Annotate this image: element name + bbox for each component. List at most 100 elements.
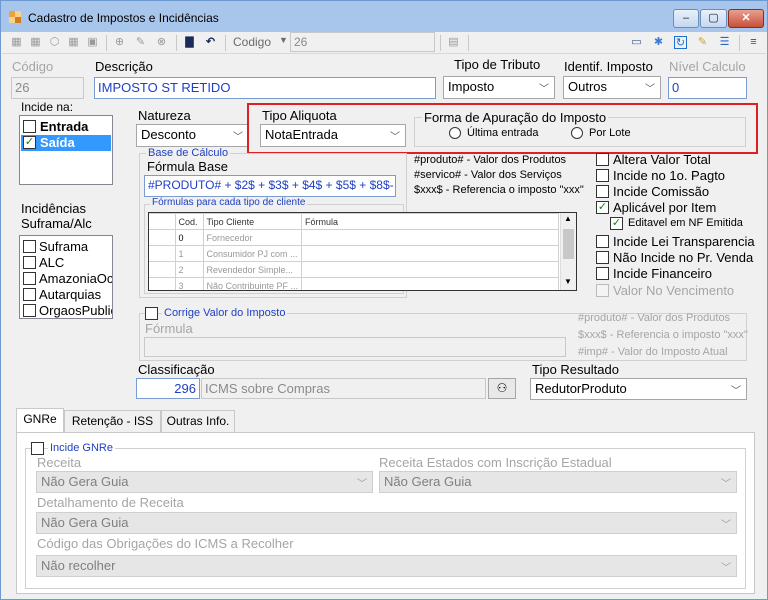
tab-outras-info[interactable]: Outras Info.: [161, 410, 235, 432]
tipo-tributo-value: Imposto: [448, 79, 495, 94]
grid-icon[interactable]: ▦: [67, 36, 80, 49]
grid-scrollbar[interactable]: ▲ ▼: [560, 213, 576, 290]
classificacao-code-input[interactable]: 296: [136, 378, 200, 399]
identif-imposto-select[interactable]: Outros ﹀: [563, 76, 661, 99]
refresh-icon[interactable]: ↻: [674, 36, 687, 49]
row-formula[interactable]: [301, 261, 559, 278]
open-icon[interactable]: ▦: [29, 36, 42, 49]
incide-entrada-checkbox[interactable]: [23, 120, 36, 133]
menu-icon[interactable]: ≡: [747, 36, 760, 49]
table-row[interactable]: 1 Consumidor PJ com ...: [149, 245, 559, 262]
natureza-select[interactable]: Desconto ﹀: [136, 124, 249, 147]
classificacao-label: Classificação: [138, 362, 215, 377]
add-icon[interactable]: ⊕: [113, 36, 126, 49]
alc-label: ALC: [39, 255, 65, 270]
scroll-down-icon[interactable]: ▼: [564, 277, 572, 286]
delete-icon[interactable]: ⊗: [155, 36, 168, 49]
scroll-up-icon[interactable]: ▲: [564, 214, 572, 223]
orgaospublic-checkbox[interactable]: [23, 304, 36, 317]
detalhamento-select[interactable]: Não Gera Guia ﹀: [36, 512, 737, 534]
incide-na-list: Entrada ✓ Saída: [19, 115, 113, 185]
table-row[interactable]: 0 Fornecedor: [149, 229, 559, 246]
incide-entrada-label: Entrada: [40, 119, 89, 134]
autarquias-checkbox[interactable]: [23, 288, 36, 301]
align-icon[interactable]: ☰: [718, 36, 731, 49]
calculator-icon[interactable]: ▤: [447, 36, 460, 49]
hint-servico: #servico# - Valor dos Serviços: [414, 169, 562, 181]
table-row[interactable]: 2 Revendedor Simple...: [149, 261, 559, 278]
suframa-label: Suframa: [39, 239, 89, 254]
tab-content: Incide GNRe Receita Não Gera Guia ﹀ Rece…: [16, 432, 755, 594]
chevron-down-icon: ﹀: [721, 479, 731, 490]
table-row[interactable]: 3 Não Contribuinte PF ...: [149, 277, 559, 290]
autarquias-label: Autarquias: [39, 287, 102, 302]
row-formula[interactable]: [301, 277, 559, 290]
ultima-entrada-radio[interactable]: [449, 127, 461, 139]
codigo-input[interactable]: 26: [11, 77, 84, 99]
valor-vencimento-checkbox[interactable]: [596, 284, 609, 297]
nao-incide-pr-venda-checkbox[interactable]: [596, 251, 609, 264]
note-icon[interactable]: ✎: [696, 36, 709, 49]
edit-icon[interactable]: ✎: [134, 36, 147, 49]
print-icon[interactable]: ▣: [86, 36, 99, 49]
incide-financeiro-checkbox[interactable]: [596, 267, 609, 280]
window-title: Cadastro de Impostos e Incidências: [28, 11, 219, 25]
close-button[interactable]: ✕: [728, 9, 764, 28]
formulas-grid[interactable]: Cod. Tipo Cliente Fórmula 0 Fornecedor 1…: [148, 212, 577, 291]
lei-transparencia-checkbox[interactable]: [596, 235, 609, 248]
formulas-label: Fórmulas para cada tipo de cliente: [150, 197, 308, 208]
row-cod: 1: [174, 245, 204, 262]
scroll-thumb[interactable]: [563, 229, 574, 259]
receita-select[interactable]: Não Gera Guia ﹀: [36, 471, 373, 493]
tipo-aliquota-select[interactable]: NotaEntrada ﹀: [260, 124, 406, 147]
corrige-valor-checkbox[interactable]: [145, 307, 158, 320]
chevron-down-icon[interactable]: ▼: [279, 35, 288, 45]
window-list-icon[interactable]: ▭: [630, 36, 643, 49]
incide-gnre-checkbox[interactable]: [31, 442, 44, 455]
incide-comissao-checkbox[interactable]: [596, 185, 609, 198]
aplicavel-por-item-checkbox[interactable]: ✓: [596, 201, 609, 214]
classificacao-desc-input: ICMS sobre Compras: [201, 378, 486, 399]
tools-icon[interactable]: ✱: [652, 36, 665, 49]
altera-valor-total-checkbox[interactable]: [596, 153, 609, 166]
tipo-tributo-select[interactable]: Imposto ﹀: [443, 76, 555, 99]
save-icon[interactable]: ▇: [183, 36, 196, 49]
undo-icon[interactable]: ↶: [204, 36, 217, 49]
corrige-formula-label: Fórmula: [145, 321, 193, 336]
detalhamento-label: Detalhamento de Receita: [37, 495, 184, 510]
row-formula[interactable]: [301, 229, 559, 246]
tab-retencao-iss[interactable]: Retenção - ISS: [64, 410, 161, 432]
hint-referencia: $xxx$ - Referencia o imposto "xxx": [414, 184, 584, 196]
hint-produto-2: #produto# - Valor dos Produtos: [578, 312, 731, 324]
forma-apuracao-label: Forma de Apuração do Imposto: [422, 110, 609, 125]
suframa-checkbox[interactable]: [23, 240, 36, 253]
main-window: Cadastro de Impostos e Incidências – ▢ ✕…: [0, 0, 768, 600]
new-icon[interactable]: ▦: [10, 36, 23, 49]
alc-checkbox[interactable]: [23, 256, 36, 269]
maximize-button[interactable]: ▢: [700, 9, 727, 28]
minimize-button[interactable]: –: [673, 9, 699, 28]
incide-1o-pagto-checkbox[interactable]: [596, 169, 609, 182]
amazoniaoc-checkbox[interactable]: [23, 272, 36, 285]
incidencias-list: Suframa ALC AmazoniaOc Autarquias Orgaos…: [19, 235, 113, 319]
nivel-calculo-input[interactable]: 0: [668, 77, 747, 99]
tipo-resultado-select[interactable]: RedutorProduto ﹀: [530, 378, 747, 400]
search-classificacao-button[interactable]: ⚇: [488, 378, 516, 399]
corrige-formula-input[interactable]: [144, 337, 566, 357]
incide-saida-checkbox[interactable]: ✓: [23, 136, 36, 149]
row-formula[interactable]: [301, 245, 559, 262]
toolbar: ▦ ▦ ⬡ ▦ ▣ ⊕ ✎ ⊗ ▇ ↶ Codigo ▼ 26 ▤ ▭ ✱ ↻ …: [2, 32, 766, 54]
receita-estados-select[interactable]: Não Gera Guia ﹀: [379, 471, 737, 493]
por-lote-radio[interactable]: [571, 127, 583, 139]
row-tipo: Fornecedor: [202, 229, 303, 246]
descricao-input[interactable]: IMPOSTO ST RETIDO: [94, 77, 436, 99]
toolbar-codigo-input[interactable]: 26: [290, 32, 435, 52]
formula-base-input[interactable]: #PRODUTO# + $2$ + $3$ + $4$ + $5$ + $8$-: [144, 175, 396, 197]
codigo-obrig-value: Não recolher: [41, 558, 116, 573]
editavel-nf-checkbox[interactable]: ✓: [610, 217, 623, 230]
receita-estados-value: Não Gera Guia: [384, 474, 472, 489]
codigo-obrig-select[interactable]: Não recolher ﹀: [36, 555, 737, 577]
incide-comissao-label: Incide Comissão: [613, 184, 710, 199]
copy-icon[interactable]: ⬡: [48, 36, 61, 49]
tab-gnre[interactable]: GNRe: [16, 408, 64, 433]
